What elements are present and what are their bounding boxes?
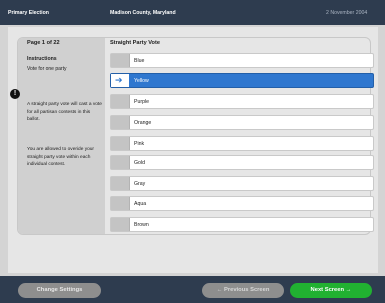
option-brown[interactable]: Brown <box>110 217 374 232</box>
page-counter: Page 1 of 22 <box>27 40 60 46</box>
checkbox[interactable] <box>111 95 130 108</box>
previous-screen-button[interactable]: ← Previous Screen <box>202 283 284 298</box>
county-name: Madison County, Maryland <box>110 10 176 16</box>
option-orange[interactable]: Orange <box>110 115 374 130</box>
option-label: Yellow <box>134 78 149 84</box>
contest-title: Straight Party Vote <box>110 40 160 46</box>
option-aqua[interactable]: Aqua <box>110 196 374 211</box>
checkbox[interactable] <box>111 218 130 231</box>
instructions-subtitle: Vote for one party <box>27 66 67 72</box>
checkbox[interactable] <box>111 197 130 210</box>
instructions-paragraph: A straight party vote will cast a vote f… <box>27 102 102 123</box>
next-screen-button[interactable]: Next Screen → <box>290 283 372 298</box>
header-bar: Primary Election Madison County, Marylan… <box>0 0 385 25</box>
checkbox[interactable] <box>111 116 130 129</box>
option-label: Orange <box>134 120 152 126</box>
checkbox[interactable] <box>111 54 130 67</box>
election-title: Primary Election <box>8 10 49 16</box>
option-yellow[interactable]: ➔ Yellow <box>110 73 374 88</box>
checkbox[interactable] <box>111 156 130 169</box>
instructions-paragraph: You are allowed to overide your straight… <box>27 147 95 168</box>
option-gold[interactable]: Gold <box>110 155 374 170</box>
instructions-title: Instructions <box>27 56 57 62</box>
option-purple[interactable]: Purple <box>110 94 374 109</box>
checkbox[interactable]: ➔ <box>111 74 130 87</box>
option-label: Blue <box>134 58 145 64</box>
checkbox[interactable] <box>111 137 130 150</box>
option-gray[interactable]: Gray <box>110 176 374 191</box>
alert-icon: ! <box>10 89 20 99</box>
option-blue[interactable]: Blue <box>110 53 374 68</box>
option-label: Gray <box>134 181 146 187</box>
option-label: Purple <box>134 99 149 105</box>
right-arrow-icon: ➔ <box>115 75 123 85</box>
option-label: Pink <box>134 141 145 147</box>
election-date: 2 November 2004 <box>326 10 368 16</box>
option-label: Brown <box>134 222 149 228</box>
option-label: Gold <box>134 160 145 166</box>
option-label: Aqua <box>134 201 147 207</box>
change-settings-button[interactable]: Change Settings <box>18 283 101 298</box>
checkbox[interactable] <box>111 177 130 190</box>
option-pink[interactable]: Pink <box>110 136 374 151</box>
